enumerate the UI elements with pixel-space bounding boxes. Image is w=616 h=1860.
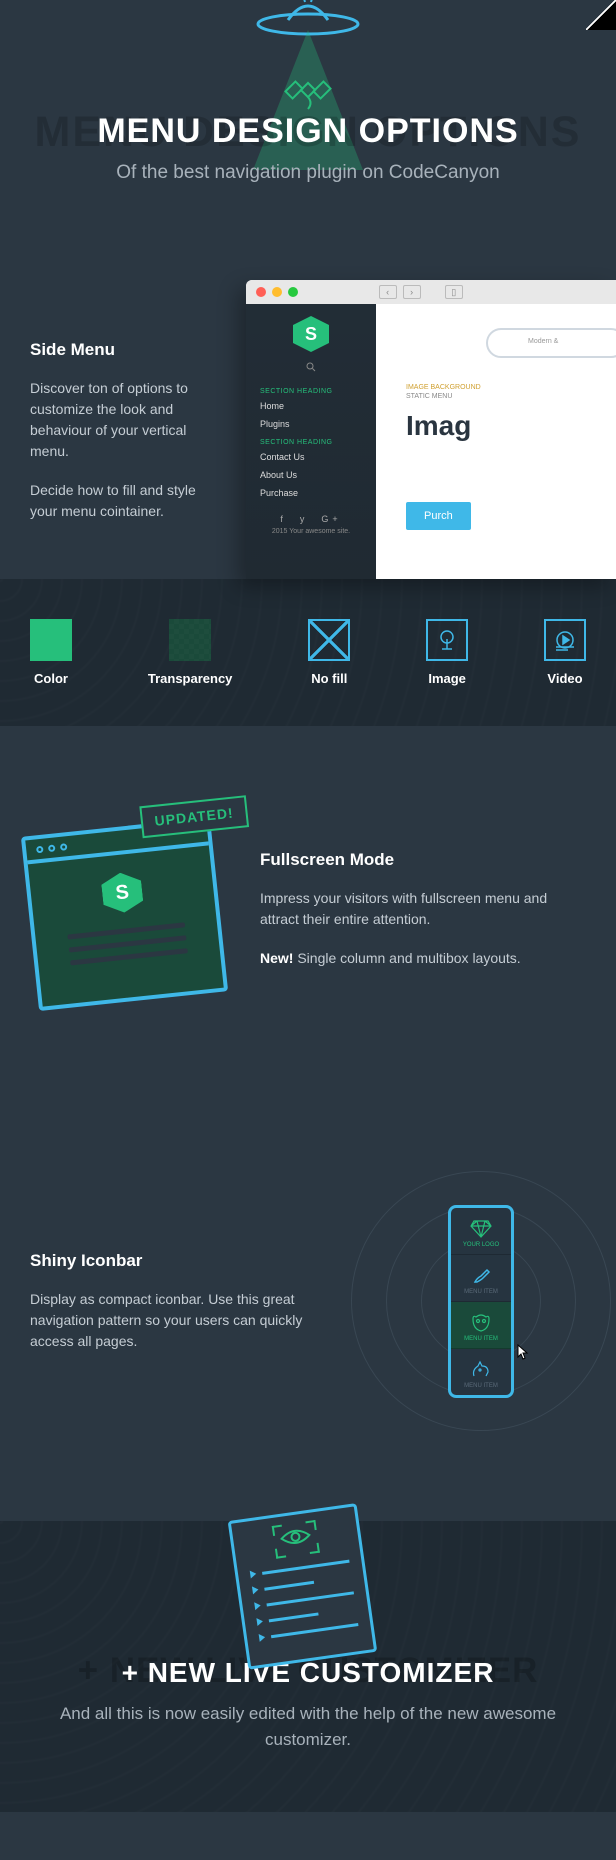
fullscreen-section: S UPDATED! Fullscreen Mode Impress your … [0,726,616,1111]
menu-line [70,948,188,965]
section-heading-1: SECTION HEADING [246,382,376,397]
page-heading: Imag [406,410,616,442]
page-subtitle: Of the best navigation plugin on CodeCan… [0,162,616,184]
social-icons: f y G+ [246,514,376,524]
iconbar-text: Shiny Iconbar Display as compact iconbar… [30,1251,346,1352]
side-menu-section: Side Menu Discover ton of options to cus… [0,200,616,579]
maximize-dot [288,287,298,297]
section-heading-2: SECTION HEADING [246,433,376,448]
option-nofill: No fill [308,619,350,686]
iconbar-item: MENU ITEM [451,1349,511,1395]
iconbar-label: MENU ITEM [455,1383,507,1389]
iconbar-item-logo: YOUR LOGO [451,1208,511,1255]
diamond-icon [455,1218,507,1240]
option-label: Color [30,671,72,686]
cloud-illustration: Modern & [486,328,616,358]
fullscreen-heading: Fullscreen Mode [260,850,586,870]
fullscreen-text: Fullscreen Mode Impress your visitors wi… [260,850,586,987]
iconbar-item-active: MENU ITEM [451,1302,511,1349]
side-heading: Side Menu [30,340,226,360]
transparency-swatch [169,619,211,661]
logo-hexagon: S [293,316,329,352]
panel-icon: ▯ [445,285,463,299]
cursor-icon [516,1344,530,1365]
iconbar-item: MENU ITEM [451,1255,511,1302]
customizer-section: + NEW LIVE CUSTOMIZER + NEW LIVE CUSTOMI… [0,1521,616,1812]
fullscreen-illustration: S UPDATED! [21,816,239,1021]
menu-item: Purchase [246,484,376,502]
browser-titlebar: ‹ › ▯ [246,280,616,304]
back-icon: ‹ [379,285,397,299]
iconbar-preview: YOUR LOGO MENU ITEM MENU ITEM [448,1205,514,1398]
search-icon [246,362,376,374]
option-video: Video [544,619,586,686]
close-dot [256,287,266,297]
window-dot [36,845,44,853]
label-image-bg: IMAGE BACKGROUND [406,384,616,391]
side-menu-text: Side Menu Discover ton of options to cus… [30,280,226,579]
page-title: MENU DESIGN OPTIONS [0,112,616,151]
menu-item: Contact Us [246,448,376,466]
option-label: Video [544,671,586,686]
iconbar-heading: Shiny Iconbar [30,1251,346,1271]
minimize-dot [272,287,282,297]
purchase-button: Purch [406,502,471,530]
forward-icon: › [403,285,421,299]
play-icon [544,619,586,661]
browser-mockup: ‹ › ▯ S SECTION HEADING Home Plugins SEC… [246,280,616,579]
iconbar-label: MENU ITEM [455,1289,507,1295]
menu-item: Plugins [246,415,376,433]
iconbar-section: Shiny Iconbar Display as compact iconbar… [0,1111,616,1521]
customizer-illustration [228,1503,378,1670]
tree-icon [426,619,468,661]
fullscreen-p1: Impress your visitors with fullscreen me… [260,888,586,930]
iconbar-label: MENU ITEM [455,1336,507,1342]
copyright: 2015 Your awesome site. [246,528,376,535]
menu-item: About Us [246,466,376,484]
option-transparency: Transparency [148,619,233,686]
page-preview: Modern & IMAGE BACKGROUND STATIC MENU Im… [376,304,616,579]
nofill-icon [308,619,350,661]
owl-icon [455,1312,507,1334]
option-label: Image [426,671,468,686]
option-label: Transparency [148,671,233,686]
iconbar-label: YOUR LOGO [455,1242,507,1248]
option-color: Color [30,619,72,686]
fullscreen-p2: New! Single column and multibox layouts. [260,948,586,969]
logo-hexagon: S [100,871,144,915]
updated-badge: UPDATED! [139,795,249,838]
customizer-subtitle: And all this is now easily edited with t… [30,1701,586,1752]
option-label: No fill [308,671,350,686]
brush-icon [455,1265,507,1287]
option-image: Image [426,619,468,686]
iconbar-p1: Display as compact iconbar. Use this gre… [30,1289,346,1352]
fill-options-row: Color Transparency No fill Image Video [0,579,616,726]
unicorn-icon [455,1359,507,1381]
side-p1: Discover ton of options to customize the… [30,378,226,462]
color-swatch [30,619,72,661]
eye-icon [245,1520,348,1559]
side-p2: Decide how to fill and style your menu c… [30,480,226,522]
side-menu-preview: S SECTION HEADING Home Plugins SECTION H… [246,304,376,579]
window-dot [60,843,68,851]
window-dot [48,844,56,852]
label-static: STATIC MENU [406,393,616,400]
hero-section: MENU DESIGN OPTIONS MENU DESIGN OPTIONS … [0,0,616,200]
radar-illustration: YOUR LOGO MENU ITEM MENU ITEM [376,1161,586,1441]
menu-item: Home [246,397,376,415]
